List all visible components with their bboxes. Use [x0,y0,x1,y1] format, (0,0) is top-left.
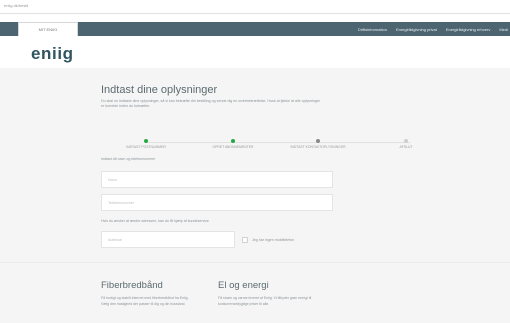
nav-link-medi[interactable]: Medi [499,27,508,32]
address-input[interactable]: Adresse [101,231,235,248]
tab-mit-eniig[interactable]: MIT ENIIG [18,22,78,36]
step-dot [316,139,320,143]
step-dot [404,139,408,143]
address-section-label: Hvis du ønsker at ændre adressen, kan du… [101,219,209,223]
step-dot [231,139,235,143]
name-placeholder: Navn [108,178,117,182]
browser-address-bar[interactable]: eniig.dk/bestil [0,0,510,14]
name-input[interactable]: Navn [101,171,333,188]
step-kontaktoplysninger: INDTAST KONTAKTOPLYSNINGER [268,139,368,149]
step-dot [144,139,148,143]
intro-text: Du skal nu indtaste dine oplysninger, så… [101,99,320,108]
card-text-el-og-energi: Få strøm og varme leveret af Eniig. Vi t… [218,296,312,306]
nav-link-driftsinformation[interactable]: Driftsinformation [358,27,387,32]
address-placeholder: Adresse [108,238,122,242]
tab-mit-eniig-label: MIT ENIIG [38,27,58,32]
eniig-logo[interactable]: eniig [31,44,74,64]
phone-input[interactable]: Telefonnummer [101,194,333,211]
no-mobile-checkbox[interactable] [242,237,248,243]
step-label: AFSLUT [399,145,413,149]
nav-link-energiraadgivning-privat[interactable]: Energirådgivning privat [396,27,437,32]
step-label: INDTAST KONTAKTOPLYSNINGER [290,145,346,149]
section-divider [0,262,510,263]
brand-header: eniig [0,36,510,68]
nav-link-energiraadgivning-erhverv[interactable]: Energirådgivning erhverv [446,27,490,32]
step-afslut: AFSLUT [356,139,456,149]
top-navigation-bar: MIT ENIIG Driftsinformation Energirådgiv… [0,22,510,36]
name-section-label: Indtast dit navn og telefonnummer [101,157,156,161]
page-title: Indtast dine oplysninger [101,84,218,96]
top-nav-links: Driftsinformation Energirådgivning priva… [358,22,510,36]
no-mobile-label: Jeg har ingen mobiltelefon [252,238,295,242]
card-title-el-og-energi: El og energi [218,280,269,291]
phone-placeholder: Telefonnummer [108,201,135,205]
step-label: INDTAST POSTNUMMER [126,145,166,149]
card-title-fiberbredbaand: Fiberbredbånd [101,280,163,291]
card-text-fiberbredbaand: Få hurtigt og stabilt internet med fiber… [101,296,189,306]
address-text: eniig.dk/bestil [4,3,29,8]
step-postnummer: INDTAST POSTNUMMER [96,139,196,149]
